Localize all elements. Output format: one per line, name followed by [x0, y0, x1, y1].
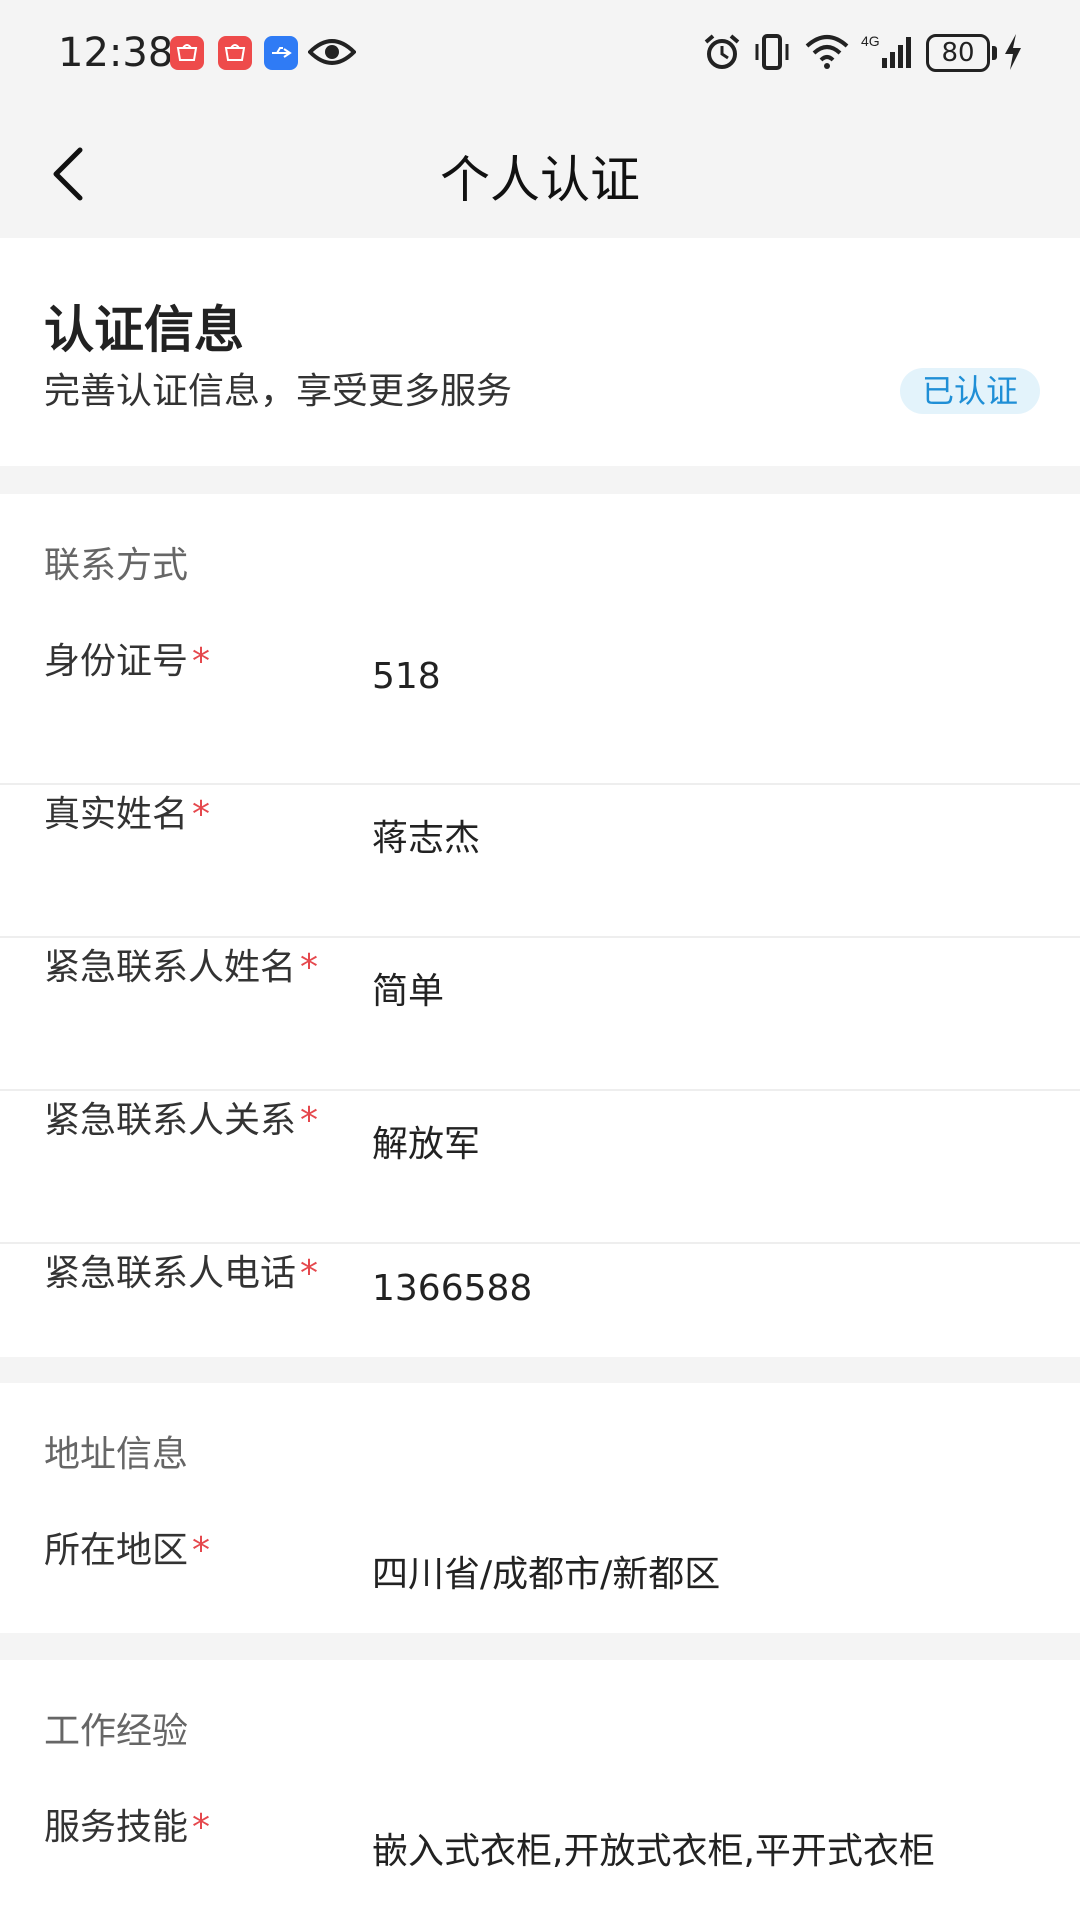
service-skills-field[interactable]: 服务技能 * 嵌入式衣柜,开放式衣柜,平开式衣柜 [0, 1798, 1080, 1920]
required-mark: * [300, 1253, 319, 1294]
contact-section-title: 联系方式 [44, 545, 189, 586]
wifi-icon [805, 35, 849, 69]
required-mark: * [192, 641, 211, 682]
work-experience-section-title: 工作经验 [44, 1711, 189, 1752]
field-value: 蒋志杰 [372, 818, 481, 859]
network-type-label: 4G [861, 33, 880, 49]
appgallery-notification-icon [218, 36, 252, 70]
id-number-field[interactable]: 身份证号 * 518 [0, 632, 1080, 785]
eye-icon [308, 39, 356, 65]
usb-notification-icon [264, 36, 298, 70]
certification-info-subtitle: 完善认证信息，享受更多服务 [44, 371, 513, 412]
field-value: 嵌入式衣柜,开放式衣柜,平开式衣柜 [372, 1831, 935, 1872]
required-mark: * [192, 1530, 211, 1571]
work-experience-section: 工作经验 服务技能 * 嵌入式衣柜,开放式衣柜,平开式衣柜 [0, 1660, 1080, 1920]
required-mark: * [192, 1807, 211, 1848]
page-title: 个人认证 [440, 151, 640, 209]
cellular-signal-icon: 4G [861, 33, 911, 68]
alarm-icon [704, 34, 740, 69]
vibrate-icon [755, 34, 789, 70]
battery-indicator: 80 [926, 34, 990, 72]
field-value: 518 [372, 656, 441, 697]
certification-info-title: 认证信息 [44, 301, 244, 359]
nav-bar: 个人认证 [0, 108, 1080, 238]
field-label: 服务技能 [44, 1807, 189, 1848]
region-field[interactable]: 所在地区 * 四川省/成都市/新都区 [0, 1521, 1080, 1633]
field-value: 四川省/成都市/新都区 [372, 1554, 721, 1595]
field-label: 紧急联系人电话 [44, 1253, 297, 1294]
certification-info-card: 认证信息 完善认证信息，享受更多服务 已认证 [0, 238, 1080, 466]
status-bar: 12:38 4G 80 [0, 0, 1080, 108]
required-mark: * [300, 1100, 319, 1141]
field-label: 所在地区 [44, 1530, 189, 1571]
real-name-field[interactable]: 真实姓名 * 蒋志杰 [0, 785, 1080, 938]
field-label: 紧急联系人姓名 [44, 947, 297, 988]
appgallery-notification-icon [170, 36, 204, 70]
status-time: 12:38 [58, 30, 174, 76]
emergency-contact-name-field[interactable]: 紧急联系人姓名 * 简单 [0, 938, 1080, 1091]
field-value: 解放军 [372, 1124, 481, 1165]
field-label: 身份证号 [44, 641, 189, 682]
verified-status-badge: 已认证 [900, 368, 1040, 414]
required-mark: * [300, 947, 319, 988]
address-section: 地址信息 所在地区 * 四川省/成都市/新都区 [0, 1383, 1080, 1633]
field-value: 简单 [372, 971, 445, 1012]
battery-level: 80 [941, 38, 975, 68]
required-mark: * [192, 794, 211, 835]
battery-cap [992, 46, 997, 60]
field-label: 紧急联系人关系 [44, 1100, 297, 1141]
charging-icon [1005, 34, 1021, 70]
emergency-contact-phone-field[interactable]: 紧急联系人电话 * 1366588 [0, 1244, 1080, 1397]
field-value: 1366588 [372, 1268, 533, 1309]
address-section-title: 地址信息 [44, 1434, 189, 1475]
field-label: 真实姓名 [44, 794, 189, 835]
emergency-contact-relation-field[interactable]: 紧急联系人关系 * 解放军 [0, 1091, 1080, 1244]
contact-section: 联系方式 身份证号 * 518 真实姓名 * 蒋志杰 紧急联系人姓名 * 简单 紧急联… [0, 494, 1080, 1357]
